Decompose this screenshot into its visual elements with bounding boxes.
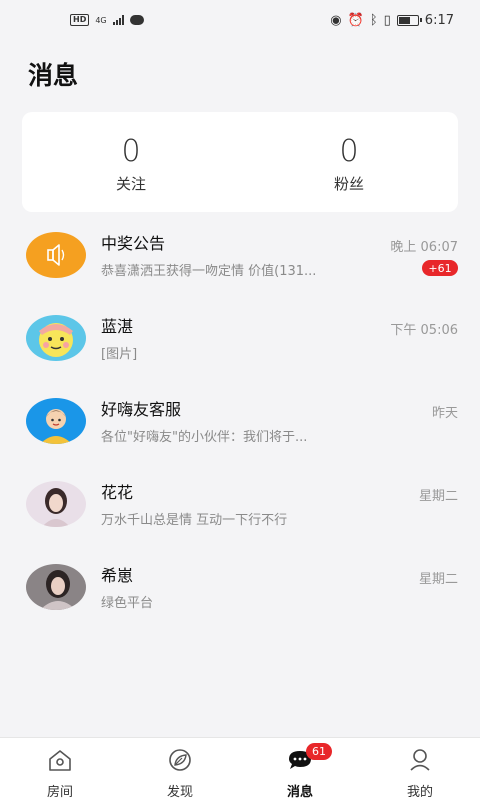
message-name: 蓝湛 [101, 317, 134, 336]
nav-item-discover[interactable]: 发现 [120, 738, 240, 800]
nav-label: 房间 [46, 785, 73, 800]
message-item-announcement[interactable]: 中奖公告 恭喜潇洒王获得一吻定情 价值(131... 晚上 06:07 +61 [0, 214, 480, 297]
message-item-xizai[interactable]: 希崽 绿色平台 星期二 [0, 546, 480, 629]
stat-fans[interactable]: 0 粉丝 [240, 112, 458, 212]
eye-icon: ◉ [330, 12, 342, 28]
fans-count: 0 [339, 133, 359, 169]
message-preview: [图片] [101, 347, 138, 362]
vibrate-icon: ▯ [383, 12, 391, 28]
hd-icon: HD [70, 14, 90, 26]
stat-following[interactable]: 0 关注 [22, 112, 240, 212]
compass-leaf-icon [166, 747, 194, 773]
message-preview: 万水千山总是情 互动一下行不行 [101, 513, 288, 528]
nav-label: 发现 [166, 785, 193, 800]
message-name: 花花 [101, 483, 134, 502]
speaker-icon [26, 232, 86, 278]
fans-label: 粉丝 [333, 174, 364, 193]
following-label: 关注 [115, 174, 146, 193]
customer-service-avatar [26, 398, 86, 444]
message-preview: 恭喜潇洒王获得一吻定情 价值(131... [101, 264, 317, 279]
person-icon [406, 747, 434, 773]
message-time: 下午 05:06 [390, 323, 458, 338]
cartoon-avatar [26, 315, 86, 361]
following-count: 0 [121, 133, 141, 169]
message-time: 昨天 [431, 406, 458, 421]
nav-item-messages[interactable]: 61 消息 [240, 738, 360, 800]
nav-label: 消息 [286, 785, 313, 800]
status-bar: HD 4G ◉ ⏰ ᛒ ▯ 6:17 [0, 0, 480, 40]
nav-label: 我的 [406, 785, 433, 800]
house-icon [46, 747, 74, 773]
bottom-nav: 房间 发现 61 消息 我的 [0, 737, 480, 800]
chat-bubble-icon [129, 15, 144, 25]
nav-unread-badge: 61 [306, 743, 332, 760]
battery-icon [396, 14, 422, 26]
message-name: 好嗨友客服 [101, 400, 182, 419]
message-item-lanzhan[interactable]: 蓝湛 [图片] 下午 05:06 [0, 297, 480, 380]
signal-bars-icon [112, 15, 124, 25]
alarm-icon: ⏰ [347, 12, 364, 28]
stats-card: 0 关注 0 粉丝 [22, 112, 458, 212]
4g-signal-label: 4G [95, 15, 107, 25]
message-list: 中奖公告 恭喜潇洒王获得一吻定情 价值(131... 晚上 06:07 +61 … [0, 214, 480, 629]
message-name: 希崽 [101, 566, 134, 585]
message-preview: 各位"好嗨友"的小伙伴：我们将于... [101, 430, 308, 445]
nav-item-room[interactable]: 房间 [0, 738, 120, 800]
message-time: 星期二 [418, 489, 458, 504]
unread-badge: +61 [422, 260, 458, 276]
message-name: 中奖公告 [101, 234, 166, 253]
status-bar-left: HD 4G [70, 14, 144, 26]
status-time: 6:17 [424, 12, 454, 28]
nav-item-mine[interactable]: 我的 [360, 738, 480, 800]
message-preview: 绿色平台 [101, 596, 154, 611]
message-item-customer-service[interactable]: 好嗨友客服 各位"好嗨友"的小伙伴：我们将于... 昨天 [0, 380, 480, 463]
message-time: 星期二 [418, 572, 458, 587]
page-title: 消息 [28, 61, 79, 90]
status-bar-right: ◉ ⏰ ᛒ ▯ 6:17 [330, 13, 454, 28]
bluetooth-icon: ᛒ [369, 12, 378, 28]
photo-avatar [26, 481, 86, 527]
battery-fill [398, 16, 410, 24]
message-time: 晚上 06:07 [390, 240, 458, 255]
photo-avatar [26, 564, 86, 610]
message-item-huahua[interactable]: 花花 万水千山总是情 互动一下行不行 星期二 [0, 463, 480, 546]
